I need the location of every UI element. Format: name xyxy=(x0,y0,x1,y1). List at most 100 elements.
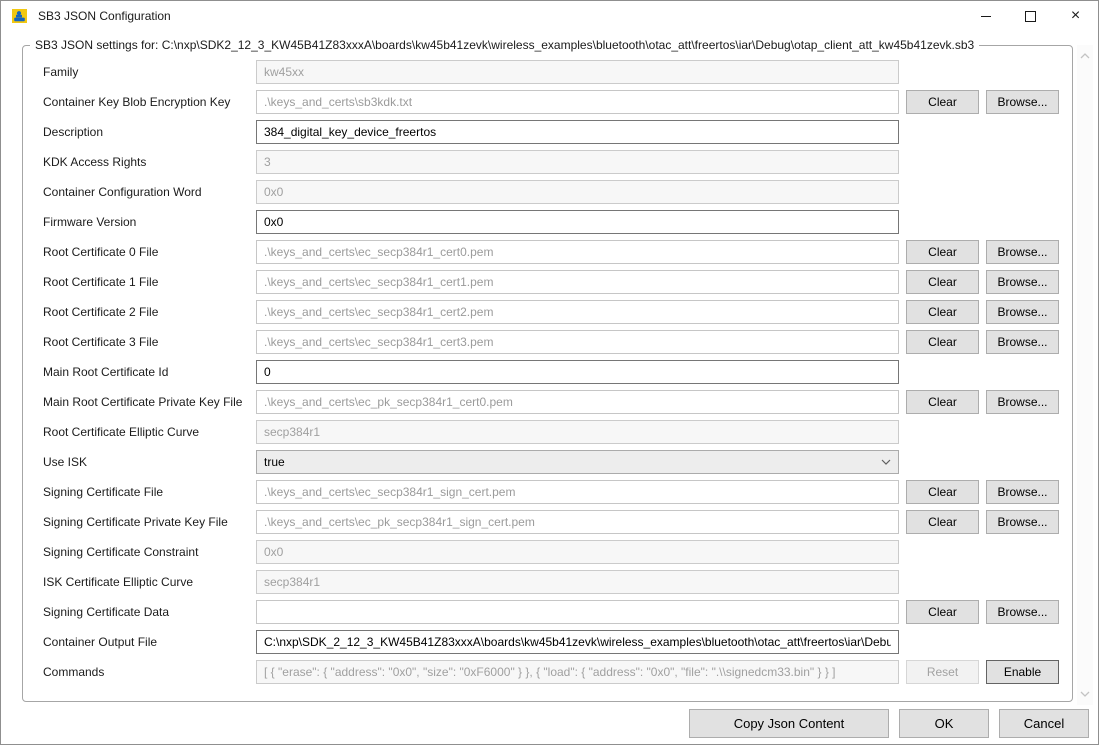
readonly-input xyxy=(256,300,899,324)
browse-button[interactable]: Browse... xyxy=(986,480,1059,504)
field-label: Signing Certificate Private Key File xyxy=(43,515,256,529)
row-buttons: Reset Enable xyxy=(906,660,1066,684)
chevron-down-icon xyxy=(881,459,891,465)
clear-button[interactable]: Clear xyxy=(906,390,979,414)
form-row: Container Output File xyxy=(43,627,1072,657)
ok-button[interactable]: OK xyxy=(899,709,989,738)
field-label: Container Configuration Word xyxy=(43,185,256,199)
readonly-input xyxy=(256,150,899,174)
form-rows: FamilyContainer Key Blob Encryption KeyC… xyxy=(23,57,1072,687)
browse-button[interactable]: Browse... xyxy=(986,270,1059,294)
titlebar: SB3 JSON Configuration × xyxy=(1,1,1098,31)
field-label: Signing Certificate Constraint xyxy=(43,545,256,559)
form-row: Signing Certificate Private Key File Clea… xyxy=(43,507,1072,537)
form-row: Signing Certificate File Clear Browse... xyxy=(43,477,1072,507)
row-buttons: Clear Browse... xyxy=(906,510,1066,534)
readonly-input xyxy=(256,540,899,564)
row-buttons: Clear Browse... xyxy=(906,480,1066,504)
form-row: Container Key Blob Encryption Key Clear Br… xyxy=(43,87,1072,117)
browse-button[interactable]: Browse... xyxy=(986,90,1059,114)
form-row: Root Certificate 1 File Clear Browse... xyxy=(43,267,1072,297)
maximize-button[interactable] xyxy=(1008,1,1053,31)
field-label: Root Certificate 3 File xyxy=(43,335,256,349)
form-row: Firmware Version xyxy=(43,207,1072,237)
readonly-input xyxy=(256,420,899,444)
field-label: Signing Certificate File xyxy=(43,485,256,499)
form-row: Root Certificate 2 File Clear Browse... xyxy=(43,297,1072,327)
field-label: Commands xyxy=(43,665,256,679)
form-row: Main Root Certificate Id xyxy=(43,357,1072,387)
readonly-input xyxy=(256,660,899,684)
scrollbar[interactable] xyxy=(1077,45,1093,705)
readonly-input xyxy=(256,600,899,624)
form-row: Container Configuration Word xyxy=(43,177,1072,207)
form-row: Signing Certificate Constraint xyxy=(43,537,1072,567)
form-row: Use ISK true xyxy=(43,447,1072,477)
window-title: SB3 JSON Configuration xyxy=(38,9,171,23)
form-row: Root Certificate Elliptic Curve xyxy=(43,417,1072,447)
app-icon xyxy=(11,7,29,25)
form-row: Signing Certificate DataClearBrowse... xyxy=(43,597,1072,627)
field-label: KDK Access Rights xyxy=(43,155,256,169)
field-label: Root Certificate 2 File xyxy=(43,305,256,319)
maximize-icon xyxy=(1025,11,1036,22)
minimize-button[interactable] xyxy=(963,1,1008,31)
close-button[interactable]: × xyxy=(1053,1,1098,31)
form-row: Family xyxy=(43,57,1072,87)
row-buttons: Clear Browse... xyxy=(906,600,1066,624)
form-row: Description xyxy=(43,117,1072,147)
field-label: Container Key Blob Encryption Key xyxy=(43,95,256,109)
row-buttons: Clear Browse... xyxy=(906,240,1066,264)
readonly-input xyxy=(256,270,899,294)
scroll-down-icon[interactable] xyxy=(1080,691,1090,697)
enable-button[interactable]: Enable xyxy=(986,660,1059,684)
field-label: Main Root Certificate Private Key File xyxy=(43,395,256,409)
browse-button[interactable]: Browse... xyxy=(986,510,1059,534)
clear-button[interactable]: Clear xyxy=(906,480,979,504)
form-row: Main Root Certificate Private Key File Cl… xyxy=(43,387,1072,417)
clear-button[interactable]: Clear xyxy=(906,240,979,264)
field-label: Family xyxy=(43,65,256,79)
clear-button[interactable]: Clear xyxy=(906,600,979,624)
copy-json-button[interactable]: Copy Json Content xyxy=(689,709,889,738)
clear-button[interactable]: Clear xyxy=(906,300,979,324)
text-input[interactable] xyxy=(256,630,899,654)
readonly-input xyxy=(256,60,899,84)
field-label: Root Certificate 1 File xyxy=(43,275,256,289)
text-input[interactable] xyxy=(256,210,899,234)
readonly-input xyxy=(256,510,899,534)
clear-button[interactable]: Clear xyxy=(906,90,979,114)
field-label: Use ISK xyxy=(43,455,256,469)
readonly-input xyxy=(256,180,899,204)
field-label: ISK Certificate Elliptic Curve xyxy=(43,575,256,589)
browse-button[interactable]: Browse... xyxy=(986,330,1059,354)
browse-button[interactable]: Browse... xyxy=(986,600,1059,624)
readonly-input xyxy=(256,240,899,264)
browse-button[interactable]: Browse... xyxy=(986,300,1059,324)
browse-button[interactable]: Browse... xyxy=(986,390,1059,414)
browse-button[interactable]: Browse... xyxy=(986,240,1059,264)
text-input[interactable] xyxy=(256,120,899,144)
form-row: KDK Access Rights xyxy=(43,147,1072,177)
readonly-input xyxy=(256,90,899,114)
readonly-input xyxy=(256,480,899,504)
clear-button[interactable]: Clear xyxy=(906,330,979,354)
text-input[interactable] xyxy=(256,360,899,384)
footer-buttons: Copy Json Content OK Cancel xyxy=(1,709,1089,738)
row-buttons: Clear Browse... xyxy=(906,300,1066,324)
field-label: Main Root Certificate Id xyxy=(43,365,256,379)
clear-button[interactable]: Clear xyxy=(906,510,979,534)
scroll-up-icon[interactable] xyxy=(1080,53,1090,59)
use-isk-dropdown[interactable]: true xyxy=(256,450,899,474)
close-icon: × xyxy=(1071,8,1080,24)
form-row: Root Certificate 3 File Clear Browse... xyxy=(43,327,1072,357)
dropdown-value: true xyxy=(264,455,285,469)
clear-button[interactable]: Clear xyxy=(906,270,979,294)
readonly-input xyxy=(256,570,899,594)
readonly-input xyxy=(256,390,899,414)
readonly-input xyxy=(256,330,899,354)
reset-button: Reset xyxy=(906,660,979,684)
app-icon-glyph xyxy=(11,7,29,25)
cancel-button[interactable]: Cancel xyxy=(999,709,1089,738)
group-legend: SB3 JSON settings for: C:\nxp\SDK2_12_3_… xyxy=(30,38,979,52)
